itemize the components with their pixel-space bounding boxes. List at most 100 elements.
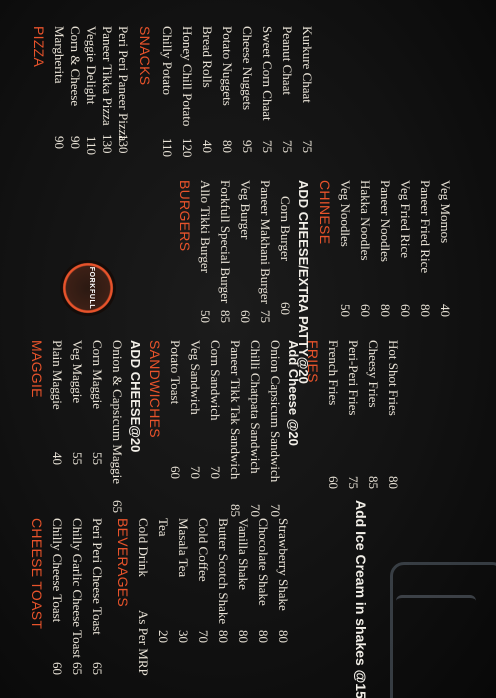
menu-item-price: 60	[398, 304, 413, 317]
menu-item-price: 60	[50, 662, 65, 675]
menu-item-price: 60	[358, 304, 373, 317]
maggie-heading: MAGGIE	[29, 340, 45, 398]
menu-item-price: 75	[280, 140, 295, 153]
menu-item-name: Plain Maggie	[50, 340, 65, 410]
menu-item-name: Peanut Chaat	[280, 26, 295, 95]
menu-item-name: Kurkure Chaat	[300, 26, 315, 103]
sandwiches-heading: SANDWICHES	[147, 340, 163, 438]
menu-item-name: Veg Noodles	[338, 180, 353, 247]
menu-item-price: 70	[208, 466, 223, 479]
menu-item-price: 80	[236, 630, 251, 643]
forkfull-logo: FORKFULL	[60, 260, 116, 316]
metal-stand-bar	[396, 595, 476, 638]
menu-item-name: Bread Rolls	[200, 26, 215, 88]
menu-item-name: Vanilla Shake	[236, 518, 251, 590]
menu-item-price: 90	[68, 136, 83, 149]
menu-item-price: 55	[90, 452, 105, 465]
menu-item-name: Veg Burger	[238, 180, 253, 240]
menu-item-name: Chilly Cheese Toast	[50, 518, 65, 623]
menu-board-photo: PIZZA Margherita 90 Corn & Cheese 90 Veg…	[0, 0, 496, 698]
menu-item-name: Potato Toast	[168, 340, 183, 405]
menu-item-price: 60	[278, 302, 293, 315]
menu-item-price: 80	[256, 630, 271, 643]
menu-item-name: Corn Burger	[278, 196, 293, 262]
menu-item-price: 75	[258, 310, 273, 323]
menu-item-price: 65	[70, 662, 85, 675]
menu-item-price: 85	[228, 504, 243, 517]
menu-item-name: Chilly Garlic Cheese Toast	[70, 518, 85, 659]
menu-item-price: 80	[216, 630, 231, 643]
menu-item-price: 80	[418, 304, 433, 317]
chinese-heading: CHINESE	[317, 180, 333, 245]
menu-item-price: 75	[260, 140, 275, 153]
menu-item-name: Veg Maggie	[70, 340, 85, 404]
menu-item-price: 110	[160, 138, 175, 158]
menu-item-name: Veg Fried Rice	[398, 180, 413, 258]
sandwiches-addon: Add Cheese @20	[286, 340, 301, 446]
menu-item-name: Masala Tea	[176, 518, 191, 578]
menu-item-name: Peri Peri Paneer Pizza	[116, 26, 131, 142]
menu-item-name: French Fries	[326, 340, 341, 406]
menu-item-price: 60	[168, 466, 183, 479]
menu-item-price: 70	[196, 630, 211, 643]
menu-item-price: 80	[220, 140, 235, 153]
menu-item-name: Strawberry Shake	[276, 518, 291, 611]
menu-item-name: Cold Drink	[136, 518, 151, 577]
menu-item-name: Allo Tikki Burger	[198, 180, 213, 273]
menu-item-name: Potato Nuggets	[220, 26, 235, 106]
menu-item-name: Hot Shot Fries	[386, 340, 401, 416]
menu-item-price: As Per MRP	[136, 610, 151, 676]
menu-item-price: 120	[180, 138, 195, 158]
fries-heading: FRIES	[305, 340, 321, 383]
menu-item-name: Chilly Potato	[160, 26, 175, 95]
menu-item-name: Onion Capsicum Sandwich	[268, 340, 283, 483]
menu-item-name: Corn Sandwich	[208, 340, 223, 421]
menu-item-price: 65	[90, 662, 105, 675]
menu-item-name: Veg Sandwich	[188, 340, 203, 415]
menu-item-name: Paneer Noodles	[378, 180, 393, 262]
menu-item-name: Paneer Tikka Pizza	[100, 26, 115, 126]
menu-item-name: Veg Momos	[438, 180, 453, 244]
menu-item-name: Sweet Corn Chaat	[260, 26, 275, 121]
menu-item-price: 20	[156, 630, 171, 643]
menu-item-name: Peri-Peri Fries	[346, 340, 361, 416]
menu-item-price: 40	[200, 140, 215, 153]
menu-item-name: Hakka Noodles	[358, 180, 373, 261]
menu-item-price: 110	[84, 136, 99, 156]
menu-item-name: Cold Coffee	[196, 518, 211, 582]
maggie-addon: ADD CHEESE@20	[128, 340, 143, 453]
pizza-heading: PIZZA	[31, 26, 47, 68]
menu-item-price: 60	[238, 310, 253, 323]
menu-item-price: 85	[366, 476, 381, 489]
menu-item-price: 75	[346, 476, 361, 489]
menu-item-name: Cheesy Fries	[366, 340, 381, 408]
menu-item-name: Chocolate Shake	[256, 518, 271, 606]
menu-item-name: Cheese Nuggets	[240, 26, 255, 111]
menu-item-name: Veggie Delight	[84, 26, 99, 105]
beverages-heading: BEVERAGES	[115, 518, 131, 608]
menu-item-price: 60	[326, 476, 341, 489]
menu-item-name: Chilli Chatpata Sandwich	[248, 340, 263, 474]
menu-item-price: 55	[70, 452, 85, 465]
menu-item-price: 70	[248, 504, 263, 517]
menu-item-price: 50	[338, 304, 353, 317]
menu-item-price: 40	[50, 452, 65, 465]
menu-item-price: 80	[378, 304, 393, 317]
menu-item-price: 75	[300, 140, 315, 153]
menu-item-name: Onion & Capsicum Maggie	[110, 340, 125, 485]
menu-item-name: Corn & Cheese	[68, 26, 83, 107]
menu-item-name: Margherita	[52, 26, 67, 84]
snacks-heading: SNACKS	[137, 26, 153, 86]
menu-item-price: 80	[276, 630, 291, 643]
menu-item-name: Paneer Makhani Burger	[258, 180, 273, 304]
menu-item-price: 95	[240, 140, 255, 153]
cheese-toast-heading: CHEESE TOAST	[29, 518, 45, 630]
beverages-addon: Add Ice Cream in shakes @15	[353, 500, 369, 698]
logo-text: FORKFULL	[88, 266, 95, 310]
menu-item-name: Forkfull Special Burger	[218, 180, 233, 304]
menu-item-name: Honey Chill Potato	[180, 26, 195, 127]
menu-item-price: 130	[116, 134, 131, 154]
menu-item-price: 30	[176, 630, 191, 643]
menu-item-price: 40	[438, 304, 453, 317]
burgers-heading: BURGERS	[177, 180, 193, 252]
